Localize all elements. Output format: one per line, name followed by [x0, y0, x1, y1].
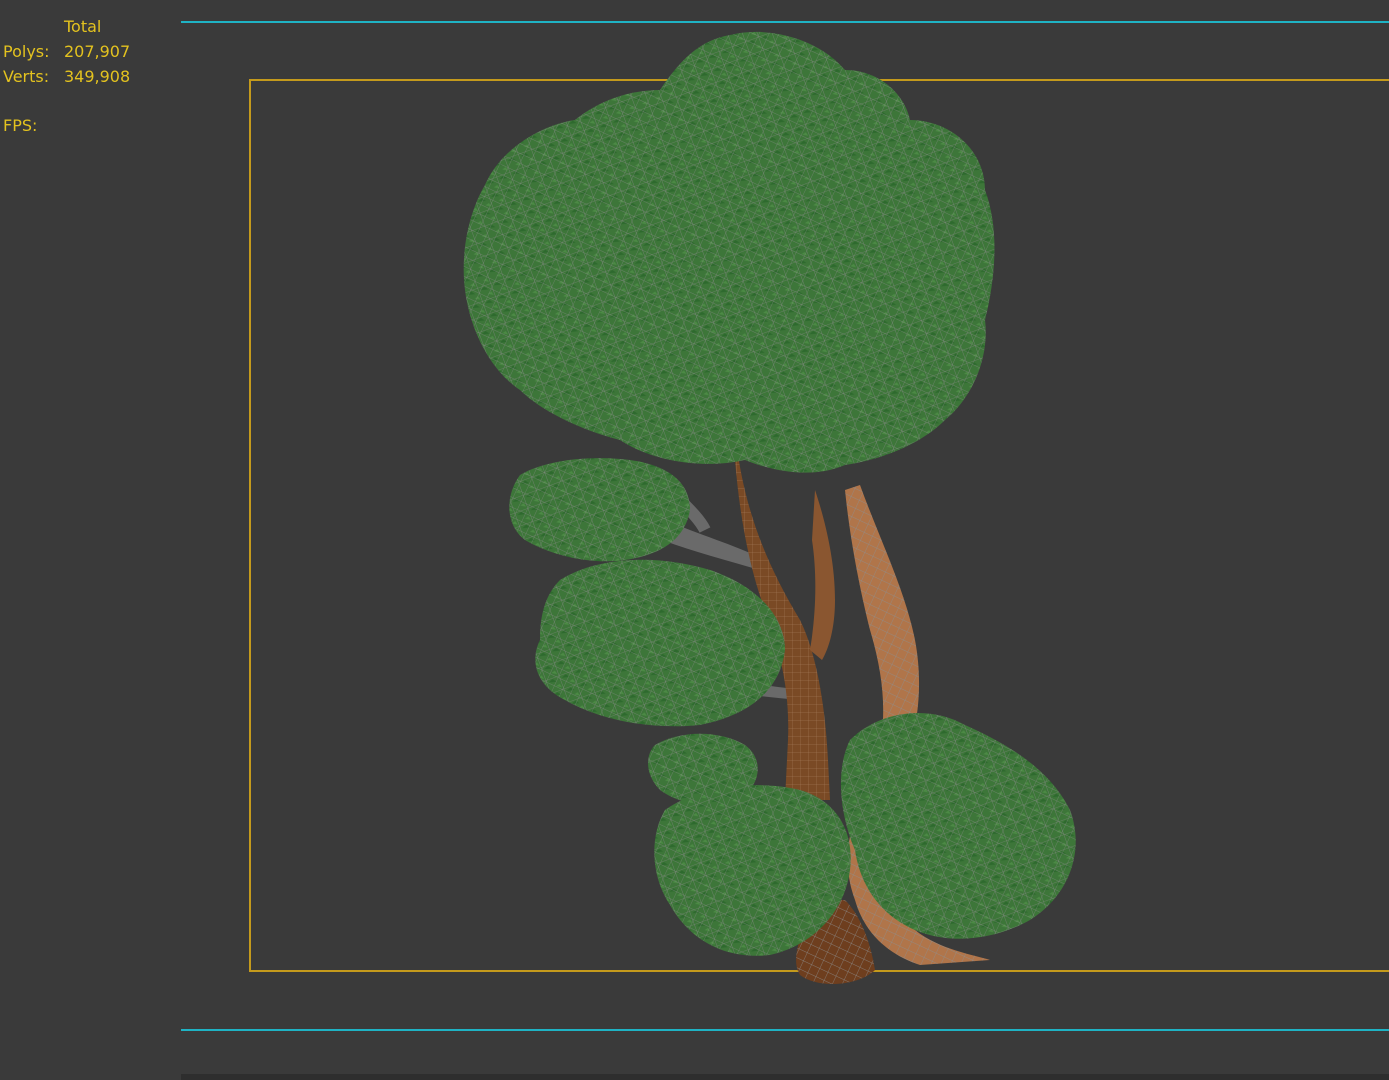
tree-model[interactable]: [0, 0, 1389, 1080]
3d-viewport[interactable]: Total Polys: 207,907 Verts: 349,908 FPS:: [0, 0, 1389, 1080]
tree-foliage: [463, 31, 1076, 956]
viewport-bottom-edge: [181, 1074, 1389, 1080]
